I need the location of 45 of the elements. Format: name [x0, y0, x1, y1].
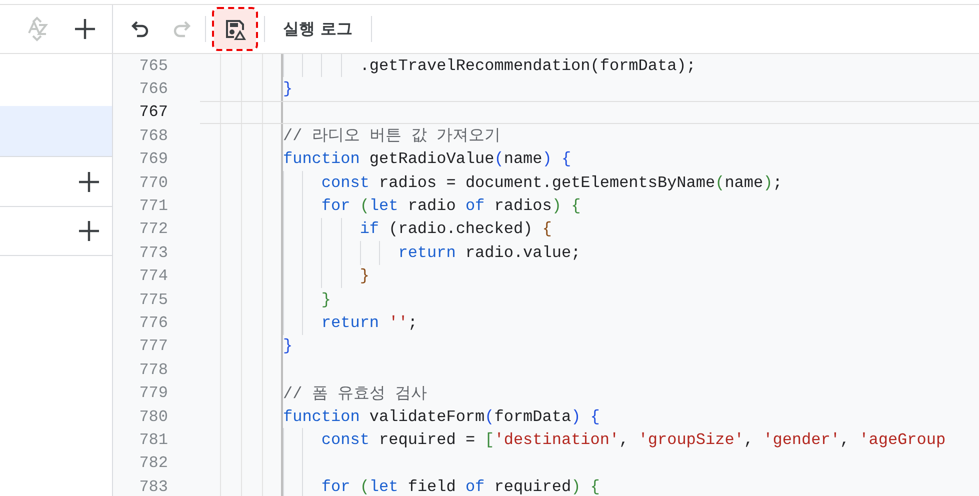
code-line: if (radio.checked) {	[358, 220, 552, 238]
code-line: .getTravelRecommendation(formData);	[358, 56, 696, 75]
add-button[interactable]	[78, 170, 100, 192]
code-comment: // 라디오 버튼 값 가져오기	[283, 126, 501, 146]
add-icon	[74, 18, 96, 40]
line-number: 777	[138, 337, 169, 356]
code-line: const required = ['destination', 'groupSize', 'gender', 'ageGroup	[320, 430, 946, 449]
code-line: return radio.value;	[397, 244, 581, 262]
line-number: 770	[138, 174, 169, 192]
line-number: 782	[138, 454, 169, 472]
code-comment: // 폼 유효성 검사	[283, 384, 428, 404]
code-line: }	[283, 337, 293, 356]
line-number: 775	[138, 290, 169, 309]
line-number: 778	[138, 360, 169, 379]
line-number: 776	[138, 314, 169, 332]
add-icon	[78, 170, 100, 192]
line-number: 769	[138, 150, 169, 168]
code-line: function validateForm(formData) {	[283, 408, 600, 426]
code-line: }	[283, 80, 293, 98]
add-button[interactable]	[78, 220, 100, 242]
code-line: function getRadioValue(name) {	[283, 150, 572, 168]
line-number: 773	[138, 244, 169, 262]
line-number: 768	[138, 126, 169, 145]
code-line: }	[358, 267, 370, 286]
code-line: }	[320, 290, 332, 309]
save-icon	[223, 17, 247, 41]
redo-icon	[171, 20, 191, 38]
line-number: 767	[138, 103, 169, 122]
line-number: 774	[138, 267, 169, 286]
line-number: 783	[138, 478, 169, 496]
line-number: 772	[138, 220, 169, 238]
line-number: 766	[138, 80, 169, 98]
code-line: const radios = document.getElementsByName(name);	[320, 174, 782, 192]
execution-log-button[interactable]: 실행 로그	[273, 12, 363, 46]
undo-icon	[131, 20, 151, 38]
code-line: return '';	[320, 314, 418, 332]
save-button[interactable]	[214, 9, 256, 49]
line-number: 771	[138, 197, 169, 216]
line-number: 765	[138, 56, 169, 75]
line-number: 780	[138, 408, 169, 426]
code-line: for (let field of required) {	[320, 478, 600, 496]
line-number: 779	[138, 384, 169, 402]
code-line: for (let radio of radios) {	[320, 197, 581, 216]
line-number: 781	[138, 430, 169, 449]
add-icon	[78, 220, 100, 242]
